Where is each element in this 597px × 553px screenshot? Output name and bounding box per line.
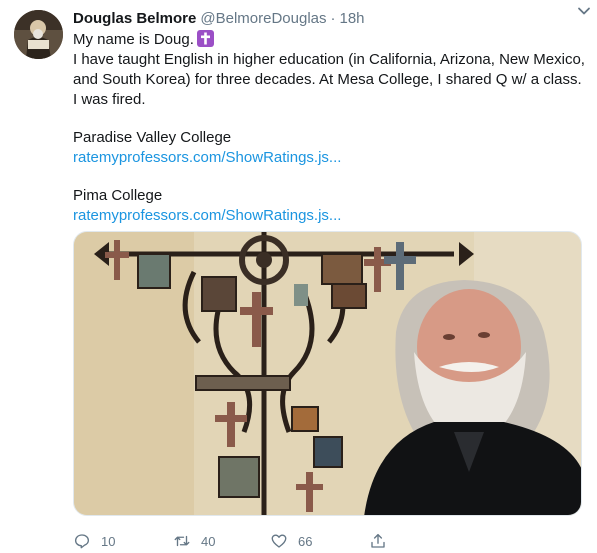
line-spacer — [73, 168, 585, 186]
retweet-icon — [174, 535, 190, 547]
reply-count: 10 — [101, 533, 116, 549]
tweet-content: Douglas Belmore @BelmoreDouglas · 18h My… — [73, 9, 585, 226]
reply-icon — [74, 534, 90, 549]
retweet-button[interactable]: 40 — [173, 530, 215, 552]
college-name-paradise-valley: Paradise Valley College — [73, 129, 232, 146]
reply-button[interactable]: 10 — [73, 530, 115, 552]
retweet-count: 40 — [201, 533, 216, 549]
heart-icon — [271, 534, 287, 548]
latin-cross-emoji-icon — [196, 30, 214, 47]
tweet-photo[interactable] — [73, 231, 582, 516]
tweet-header: Douglas Belmore @BelmoreDouglas · 18h — [73, 9, 585, 29]
share-button[interactable] — [369, 530, 387, 552]
chevron-down-icon[interactable] — [575, 2, 593, 20]
timestamp[interactable]: 18h — [340, 9, 365, 29]
ratings-link-1[interactable]: ratemyprofessors.com/ShowRatings.js... — [73, 148, 585, 168]
tweet[interactable]: Douglas Belmore @BelmoreDouglas · 18h My… — [0, 0, 597, 553]
like-count: 66 — [298, 533, 313, 549]
tweet-line-body-2: and South Korea) for three decades. At M… — [73, 71, 582, 88]
tweet-actions: 10 40 66 — [73, 530, 493, 552]
like-button[interactable]: 66 — [270, 530, 312, 552]
tweet-line-body-1: I have taught English in higher educatio… — [73, 51, 585, 68]
author-name[interactable]: Douglas Belmore — [73, 9, 196, 29]
avatar-image — [14, 10, 63, 59]
share-icon — [371, 533, 385, 548]
author-handle[interactable]: @BelmoreDouglas — [200, 9, 326, 29]
line-spacer — [73, 110, 585, 128]
separator-dot: · — [330, 10, 336, 27]
tweet-text: My name is Doug. I have taught English i… — [73, 30, 585, 226]
photo-man-with-wall-crosses — [74, 232, 581, 515]
tweet-line-body-3: I was fired. — [73, 91, 146, 108]
tweet-line-intro: My name is Doug. — [73, 30, 585, 50]
college-name-pima: Pima College — [73, 187, 163, 204]
avatar[interactable] — [14, 10, 63, 59]
ratings-link-2[interactable]: ratemyprofessors.com/ShowRatings.js... — [73, 206, 585, 226]
